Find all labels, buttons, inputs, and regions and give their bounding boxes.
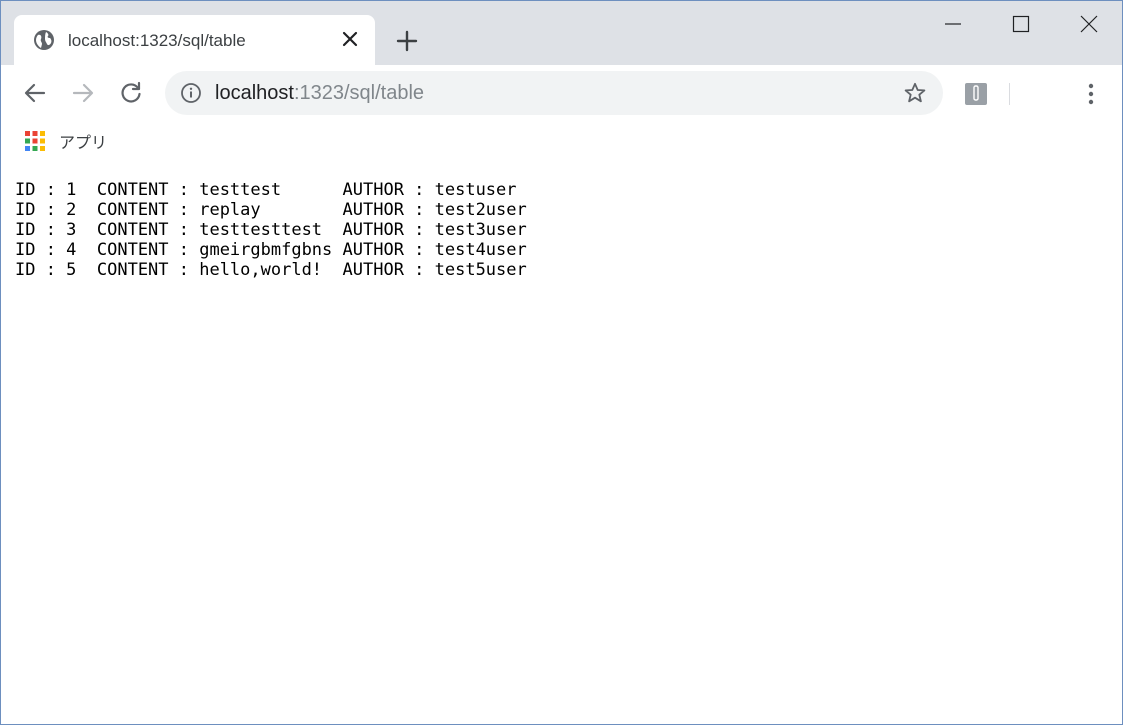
forward-button[interactable] [69, 79, 97, 107]
close-window-button[interactable] [1055, 1, 1122, 47]
minimize-icon [945, 23, 961, 25]
kebab-menu-icon[interactable] [1079, 81, 1103, 107]
reload-icon [121, 81, 141, 103]
apps-shortcut[interactable]: アプリ [23, 129, 107, 153]
browser-window: localhost:1323/sql/table localhost:1323/… [0, 0, 1123, 725]
minimize-button[interactable] [919, 1, 987, 47]
url-host: localhost [215, 82, 294, 104]
back-button[interactable] [21, 79, 49, 107]
tab-title: localhost:1323/sql/table [68, 31, 246, 50]
star-icon[interactable] [903, 81, 927, 105]
tab-strip: localhost:1323/sql/table [1, 1, 1122, 65]
record-row: ID : 1 CONTENT : testtest AUTHOR : testu… [15, 180, 517, 200]
apps-grid-icon [25, 131, 45, 151]
plus-icon[interactable] [394, 28, 420, 54]
globe-icon [34, 30, 54, 50]
address-bar[interactable]: localhost:1323/sql/table [165, 71, 943, 115]
url-path: :1323/sql/table [293, 82, 425, 104]
page-content: ID : 1 CONTENT : testtest AUTHOR : testu… [1, 161, 1122, 724]
apps-label: アプリ [59, 135, 108, 152]
record-row: ID : 5 CONTENT : hello,world! AUTHOR : t… [15, 260, 527, 280]
reload-button[interactable] [117, 79, 145, 107]
maximize-icon [1012, 15, 1030, 33]
bookmarks-bar: アプリ [1, 121, 1122, 161]
extension-icon[interactable] [964, 82, 988, 106]
close-icon [1080, 15, 1098, 33]
record-row: ID : 4 CONTENT : gmeirgbmfgbns AUTHOR : … [15, 240, 527, 260]
toolbar: localhost:1323/sql/table [1, 65, 1122, 121]
close-icon[interactable] [340, 29, 360, 49]
url-text[interactable]: localhost:1323/sql/table [215, 82, 424, 105]
toolbar-divider [1009, 83, 1010, 105]
arrow-right-icon [72, 83, 94, 103]
record-list: ID : 1 CONTENT : testtest AUTHOR : testu… [15, 180, 527, 280]
record-row: ID : 2 CONTENT : replay AUTHOR : test2us… [15, 200, 527, 220]
info-icon[interactable] [180, 82, 202, 104]
record-row: ID : 3 CONTENT : testtesttest AUTHOR : t… [15, 220, 527, 240]
tab-active[interactable]: localhost:1323/sql/table [14, 15, 375, 65]
arrow-left-icon [24, 83, 46, 103]
maximize-button[interactable] [987, 1, 1055, 47]
